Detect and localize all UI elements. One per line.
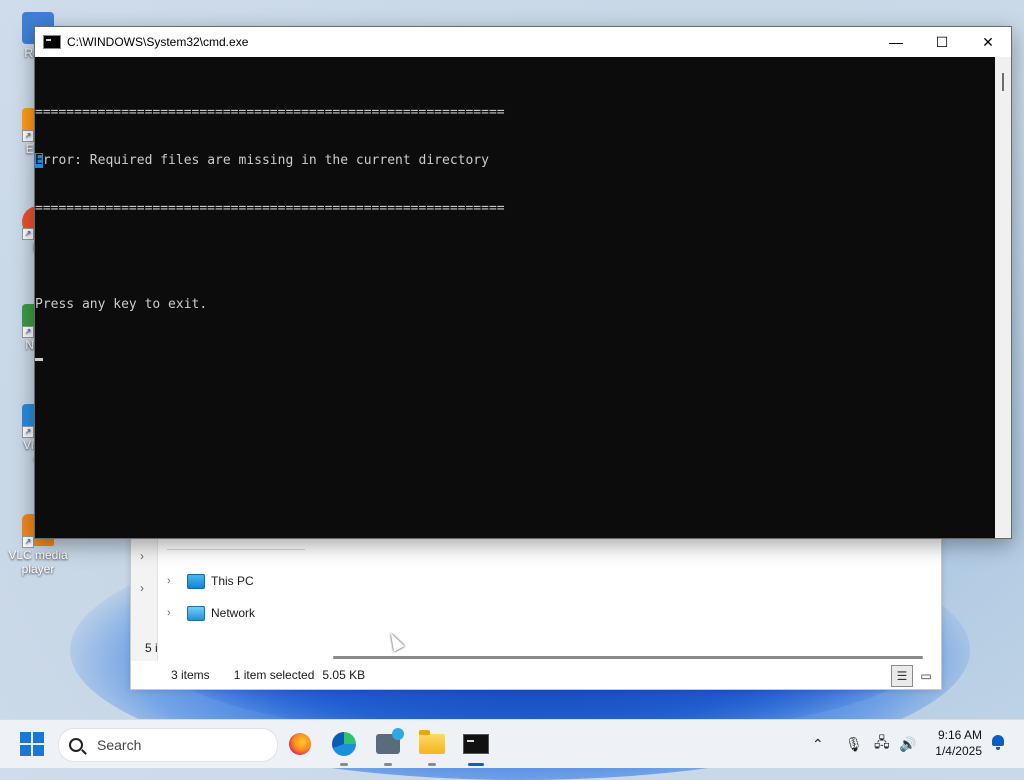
chevron-right-icon[interactable]: ›: [140, 581, 144, 595]
tiles-view-icon[interactable]: ▭: [915, 665, 937, 687]
console-selection-highlight: E: [35, 153, 43, 168]
desktop-icon-sublabel: player: [21, 562, 55, 576]
nav-item-label: Network: [211, 606, 256, 620]
search-placeholder: Search: [97, 737, 142, 753]
minimize-button[interactable]: —: [873, 27, 919, 57]
scrollbar-thumb[interactable]: [1002, 73, 1004, 91]
nav-item-label: This PC: [211, 574, 254, 588]
show-hidden-icons-button[interactable]: ⌃: [812, 720, 824, 768]
desktop-icon-label: VLC media: [8, 548, 68, 562]
taskbar-clock[interactable]: 9:16 AM 1/4/2025: [935, 727, 982, 759]
status-item-count: 3 items: [171, 668, 210, 682]
clock-date: 1/4/2025: [935, 744, 982, 758]
volume-button[interactable]: 🔊: [899, 720, 916, 768]
console-separator: ========================================…: [35, 105, 505, 120]
notification-bell-icon[interactable]: [991, 735, 1005, 751]
cmd-window-title: C:\WINDOWS\System32\cmd.exe: [67, 35, 249, 49]
maximize-button[interactable]: ☐: [919, 27, 965, 57]
chevron-right-icon[interactable]: ›: [167, 607, 177, 619]
horizontal-scrollbar[interactable]: [333, 656, 923, 659]
nav-item-this-pc[interactable]: › This PC: [167, 570, 254, 592]
network-icon: [187, 605, 205, 621]
console-separator: ========================================…: [35, 201, 505, 216]
text-cursor: [35, 358, 43, 361]
taskbar-edge[interactable]: [328, 728, 360, 766]
taskbar-cmd[interactable]: [460, 728, 492, 766]
details-view-icon[interactable]: ☰: [891, 665, 913, 687]
microphone-icon: 🎙: [845, 735, 863, 752]
file-explorer-icon: [419, 730, 445, 754]
cmd-window[interactable]: C:\WINDOWS\System32\cmd.exe — ☐ ✕ ======…: [34, 26, 1012, 539]
console-output[interactable]: ========================================…: [35, 57, 995, 538]
cmd-titlebar[interactable]: C:\WINDOWS\System32\cmd.exe — ☐ ✕: [35, 27, 1011, 57]
status-selected-count: 1 item selected: [233, 668, 315, 682]
search-icon: [69, 738, 83, 752]
firefox-icon: [289, 733, 311, 755]
chevron-right-icon[interactable]: ›: [167, 575, 177, 587]
volume-icon: 🔊: [899, 735, 917, 752]
chevron-up-icon: ⌃: [812, 735, 824, 752]
this-pc-icon: [187, 573, 205, 589]
console-error-line: Error: Required files are missing in the…: [35, 153, 995, 169]
taskbar: Search ⌃ 🎙 🖧 🔊 9:16 AM 1/4/2025: [0, 719, 1024, 768]
status-bar: 3 items 1 item selected 5.05 KB ☰ ▭: [157, 661, 941, 689]
network-status-icon: 🖧: [874, 734, 890, 750]
cmd-app-icon: [43, 35, 61, 49]
clock-time: 9:16 AM: [937, 728, 982, 742]
taskbar-remote-desktop[interactable]: [372, 728, 404, 766]
taskbar-search-box[interactable]: Search: [58, 728, 278, 762]
file-explorer-window: › › › This PC › Network 5 i 3 items 1 it…: [130, 536, 942, 690]
status-selected-size: 5.05 KB: [322, 668, 366, 682]
left-pane-status-fragment: 5 i: [145, 641, 158, 655]
nav-divider: [167, 549, 305, 550]
console-error-text: rror: Required files are missing in the …: [42, 153, 489, 168]
cmd-icon: [463, 734, 489, 754]
chevron-right-icon[interactable]: ›: [140, 549, 144, 563]
remote-desktop-icon: [376, 728, 404, 754]
network-status-button[interactable]: 🖧: [874, 720, 890, 768]
view-toggle: ☰ ▭: [891, 665, 937, 687]
close-button[interactable]: ✕: [965, 27, 1011, 57]
start-button[interactable]: [20, 732, 44, 756]
microphone-button[interactable]: 🎙: [845, 720, 863, 768]
taskbar-firefox[interactable]: [284, 728, 316, 760]
vertical-scrollbar[interactable]: [995, 57, 1011, 538]
console-cursor-line: [35, 345, 995, 361]
nav-item-network[interactable]: › Network: [167, 602, 255, 624]
taskbar-file-explorer[interactable]: [416, 728, 448, 766]
edge-icon: [332, 732, 356, 756]
console-exit-prompt: Press any key to exit.: [35, 297, 208, 312]
